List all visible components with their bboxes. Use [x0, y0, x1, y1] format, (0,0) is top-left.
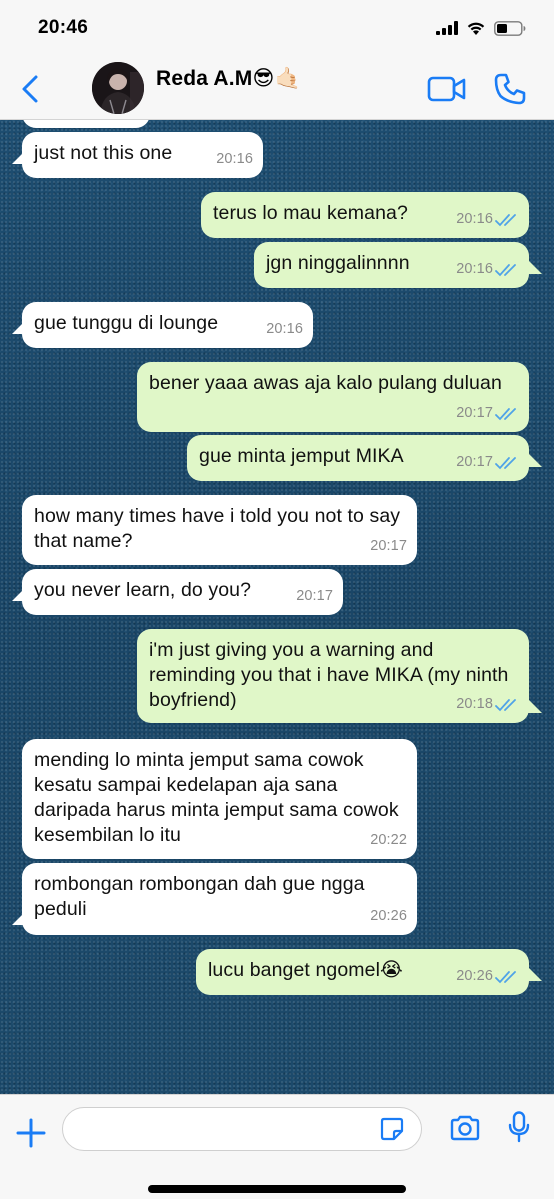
message-time: 20:26 — [370, 908, 407, 924]
message-meta: 20:17 — [456, 450, 519, 475]
message-meta: 20:16 — [266, 317, 303, 342]
read-receipt-icon — [495, 970, 516, 983]
message-meta: 20:26 — [370, 904, 407, 929]
video-camera-icon[interactable] — [427, 75, 467, 103]
avatar[interactable] — [92, 62, 144, 114]
message-time: 20:22 — [370, 832, 407, 848]
message-text: lucu banget ngomel😭 — [208, 959, 403, 981]
camera-icon[interactable] — [449, 1115, 481, 1141]
message-text: rombongan rombongan dah gue ngga peduli — [34, 873, 365, 920]
message-bubble-outgoing[interactable]: terus lo mau kemana? 20:16 — [201, 192, 529, 238]
message-bubble-outgoing[interactable]: lucu banget ngomel😭 20:26 — [196, 949, 529, 995]
message-bubble-incoming[interactable]: just not this one 20:16 — [22, 132, 263, 178]
chat-screen: 20:46 Reda A.M😎🤙🏻 just not this one 20:1… — [0, 0, 554, 1199]
message-text: gue tunggu di lounge — [34, 312, 219, 334]
battery-icon — [494, 20, 526, 36]
plus-icon[interactable] — [16, 1118, 46, 1148]
message-time: 20:17 — [456, 454, 493, 470]
message-text: how many times have i told you not to sa… — [34, 505, 401, 552]
message-text: mending lo minta jemput sama cowok kesat… — [34, 749, 399, 846]
message-meta: 20:26 — [456, 964, 519, 989]
message-meta: 20:17 — [456, 401, 519, 426]
message-time: 20:26 — [456, 968, 493, 984]
message-text: terus lo mau kemana? — [213, 202, 408, 224]
bubble-tail — [12, 150, 26, 164]
message-meta: 20:18 — [456, 692, 519, 717]
message-time: 20:16 — [456, 261, 493, 277]
bubble-tail — [528, 260, 542, 274]
message-time: 20:17 — [296, 588, 333, 604]
message-text: you never learn, do you? — [34, 579, 252, 601]
message-meta: 20:16 — [456, 207, 519, 232]
message-bubble-partial[interactable] — [22, 120, 150, 128]
message-time: 20:17 — [370, 538, 407, 554]
message-meta: 20:17 — [370, 534, 407, 559]
back-chevron-icon[interactable] — [18, 74, 44, 104]
status-bar: 20:46 — [0, 0, 554, 56]
read-receipt-icon — [495, 698, 516, 711]
bubble-tail — [528, 699, 542, 713]
message-time: 20:18 — [456, 696, 493, 712]
read-receipt-icon — [495, 263, 516, 276]
message-bubble-incoming[interactable]: gue tunggu di lounge 20:16 — [22, 302, 313, 348]
message-bubble-incoming[interactable]: mending lo minta jemput sama cowok kesat… — [22, 739, 417, 859]
status-time: 20:46 — [38, 17, 89, 38]
message-text: gue minta jemput MIKA — [199, 445, 404, 467]
message-bubble-incoming[interactable]: how many times have i told you not to sa… — [22, 495, 417, 565]
message-text: bener yaaa awas aja kalo pulang duluan — [149, 372, 502, 394]
message-bubble-outgoing[interactable]: bener yaaa awas aja kalo pulang duluan 2… — [137, 362, 529, 432]
phone-icon[interactable] — [493, 72, 527, 106]
chat-header: Reda A.M😎🤙🏻 — [0, 56, 554, 120]
message-bubble-outgoing[interactable]: i'm just giving you a warning and remind… — [137, 629, 529, 723]
message-bubble-outgoing[interactable]: gue minta jemput MIKA 20:17 — [187, 435, 529, 481]
message-bubble-outgoing[interactable]: jgn ninggalinnnn 20:16 — [254, 242, 529, 288]
home-indicator[interactable] — [148, 1185, 406, 1193]
message-list[interactable]: just not this one 20:16 terus lo mau kem… — [0, 120, 554, 1094]
bubble-tail — [528, 453, 542, 467]
message-meta: 20:17 — [296, 584, 333, 609]
message-input[interactable] — [62, 1107, 422, 1151]
wifi-icon — [467, 22, 485, 35]
sticker-icon[interactable] — [380, 1117, 404, 1141]
read-receipt-icon — [495, 456, 516, 469]
status-icons — [436, 20, 526, 36]
message-meta: 20:22 — [370, 828, 407, 853]
contact-name[interactable]: Reda A.M😎🤙🏻 — [156, 66, 301, 91]
message-time: 20:16 — [456, 211, 493, 227]
message-bubble-incoming[interactable]: rombongan rombongan dah gue ngga peduli … — [22, 863, 417, 935]
read-receipt-icon — [495, 407, 516, 420]
message-meta: 20:16 — [216, 147, 253, 172]
microphone-icon[interactable] — [508, 1111, 530, 1143]
avatar-photo — [92, 62, 144, 114]
bubble-tail — [12, 320, 26, 334]
message-time: 20:16 — [266, 321, 303, 337]
message-time: 20:16 — [216, 151, 253, 167]
message-time: 20:17 — [456, 405, 493, 421]
message-text: jgn ninggalinnnn — [266, 252, 410, 274]
signal-icon — [436, 21, 458, 35]
message-text: just not this one — [34, 142, 173, 164]
message-bubble-incoming[interactable]: you never learn, do you? 20:17 — [22, 569, 343, 615]
message-text: i'm just giving you a warning and remind… — [149, 639, 509, 711]
message-input-bar — [0, 1094, 554, 1199]
read-receipt-icon — [495, 213, 516, 226]
message-meta: 20:16 — [456, 257, 519, 282]
bubble-tail — [528, 967, 542, 981]
